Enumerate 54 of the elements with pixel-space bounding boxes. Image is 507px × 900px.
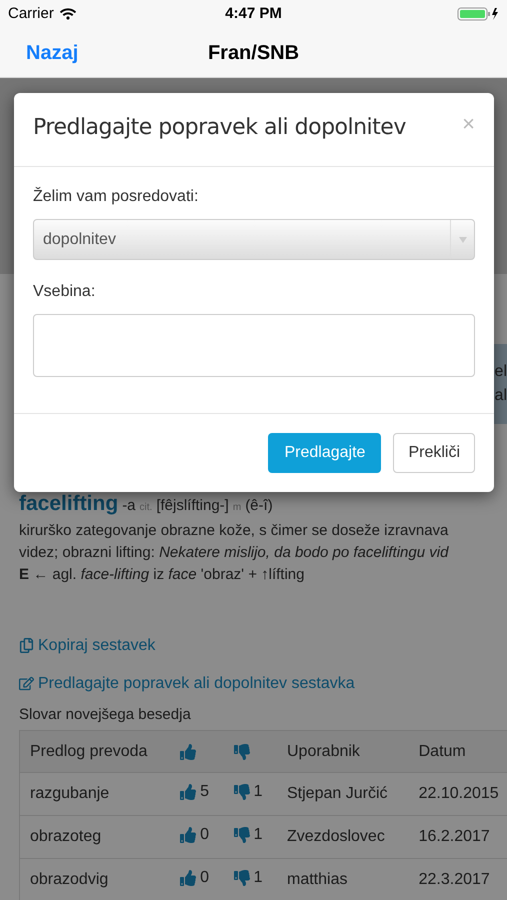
vote-count: 5 — [200, 782, 210, 802]
table-cell: razgubanje — [30, 785, 110, 802]
submit-button[interactable]: Predlagajte — [268, 433, 382, 473]
wifi-icon — [60, 7, 76, 21]
table-caption: Slovar novejšega besedja — [19, 704, 191, 724]
clock-time: 4:47 PM — [225, 4, 282, 24]
table-cell: obrazoteg — [30, 828, 102, 845]
vote-count: 0 — [200, 868, 210, 888]
thumbs-up-icon[interactable] — [180, 870, 196, 886]
table-cell: 16.2.2017 — [418, 828, 490, 845]
definition-text: videz; obrazni lifting: Nekatere mislijo, da bodo po faceliftingu vid — [19, 542, 448, 562]
dialog-title: Predlagajte popravek ali dopolnitev — [33, 114, 406, 142]
thumbs-up-icon[interactable] — [180, 784, 196, 800]
table-cell: 22.10.2015 — [418, 785, 499, 802]
copy-icon — [19, 638, 34, 653]
definition-text: E ← agl. face-lifting iz face 'obraz' + ↑lífting — [19, 564, 304, 584]
thumbs-down-icon[interactable] — [234, 870, 250, 886]
column-header: Predlog prevoda — [30, 742, 148, 760]
suffix: -a — [122, 496, 136, 516]
headword: facelifting — [19, 491, 118, 517]
vote-count: 1 — [254, 868, 262, 888]
thumbs-down-icon[interactable] — [234, 784, 250, 800]
dropdown-caret-icon — [458, 236, 466, 242]
table-cell: 22.3.2017 — [418, 871, 490, 888]
carrier-label: Carrier — [8, 4, 54, 24]
vote-count: 1 — [254, 782, 262, 802]
back-button[interactable]: Nazaj — [26, 38, 78, 68]
edit-icon — [19, 676, 34, 691]
thumbs-down-icon[interactable] — [234, 827, 250, 843]
action-link[interactable]: Predlagajte popravek ali dopolnitev sestavka — [19, 672, 355, 696]
thumbs-up-icon[interactable] — [180, 827, 196, 843]
type-select[interactable]: dopolnitev — [33, 219, 475, 260]
accent: (ê-î) — [245, 496, 273, 516]
panel-text: al — [494, 386, 507, 406]
vote-count: 1 — [254, 825, 262, 845]
field-label: Vsebina: — [33, 282, 96, 302]
nav-title: Fran/SNB — [208, 40, 300, 66]
table-cell: Zvezdoslovec — [287, 828, 385, 845]
thumbs-down-icon — [234, 744, 250, 760]
field-label: Želim vam posredovati: — [33, 186, 198, 207]
action-link[interactable]: Kopiraj sestavek — [19, 634, 156, 658]
close-button[interactable]: × — [462, 113, 475, 135]
table-cell: obrazodvig — [30, 871, 108, 888]
thumbs-up-icon — [180, 744, 196, 760]
column-header: Uporabnik — [287, 742, 360, 760]
vote-count: 0 — [200, 825, 210, 845]
pronunciation: [fêjslífting-] — [156, 496, 229, 516]
column-header: Datum — [418, 742, 466, 760]
cancel-button[interactable]: Prekliči — [393, 433, 475, 473]
definition-text: kirurško zategovanje obrazne kože, s čimer se doseže izravnava — [19, 520, 448, 540]
panel-text: el — [494, 362, 507, 382]
table-cell: matthias — [287, 871, 348, 888]
battery-icon — [457, 7, 499, 21]
table-cell: Stjepan Jurčić — [287, 785, 388, 802]
